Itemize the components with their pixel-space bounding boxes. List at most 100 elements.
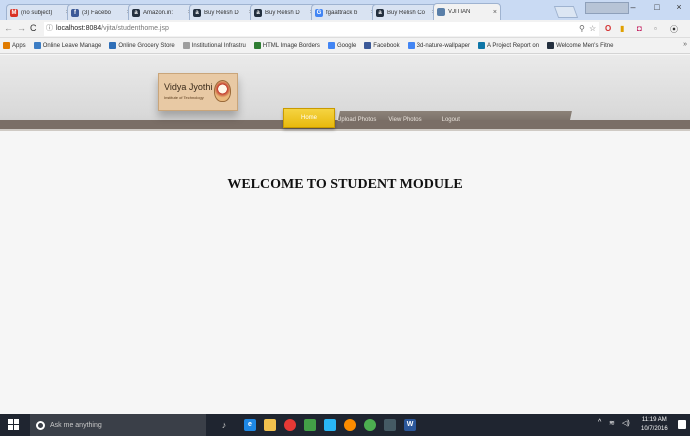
minimize-button[interactable]: – [624, 2, 642, 12]
facebook-icon [364, 42, 372, 49]
opera-extension-icon[interactable]: O [605, 24, 611, 33]
microphone-icon[interactable]: ♪ [218, 419, 230, 431]
reload-icon[interactable]: C [30, 23, 37, 33]
bookmark-label: Facebook [373, 42, 400, 49]
word-icon[interactable]: W [404, 419, 416, 431]
new-tab-button[interactable] [553, 6, 579, 18]
tab-title: Buy Relish D [204, 9, 239, 16]
cortana-search-box[interactable]: Ask me anything [30, 414, 206, 436]
clock-time: 11:19 AM [641, 417, 667, 423]
file-explorer-icon[interactable] [264, 419, 276, 431]
html-icon [253, 42, 261, 49]
info-icon[interactable]: ⓘ [46, 22, 53, 36]
chrome-taskbar-icon[interactable] [284, 419, 296, 431]
cortana-placeholder: Ask me anything [50, 421, 102, 429]
college-emblem-icon [214, 80, 231, 102]
amazon-icon: a [132, 8, 140, 17]
url-host: localhost:8084 [56, 25, 102, 32]
tray-chevron-icon[interactable]: ^ [598, 419, 601, 426]
forward-icon[interactable]: → [17, 23, 26, 33]
page-icon [182, 42, 190, 49]
browser-tab[interactable]: aBuy Relish D× [189, 4, 257, 20]
bookmark-item[interactable]: 3d-nature-wallpaper [407, 42, 470, 49]
bookmark-item[interactable]: Online Grocery Store [109, 42, 175, 49]
bookmark-item[interactable]: Welcome Men's Fitne [547, 42, 613, 49]
windows-start-icon[interactable] [8, 419, 19, 430]
bookmark-item[interactable]: Apps [3, 42, 26, 49]
zoom-icon[interactable]: ⚲ [579, 24, 585, 33]
bookmark-item[interactable]: Google [327, 42, 357, 49]
bookmark-item[interactable]: Institutional Infrastru [182, 42, 246, 49]
browser-tab[interactable]: aAmazon.in: × [128, 4, 196, 20]
tab-title: Buy Relish Co [387, 9, 426, 16]
google-icon: G [315, 8, 323, 17]
clock-date: 10/7/2016 [641, 426, 668, 432]
menu-home[interactable]: Home [283, 108, 335, 128]
tab-title: VJITIAN [448, 9, 471, 15]
leave-icon [33, 42, 41, 49]
bookmark-label: Institutional Infrastru [191, 42, 246, 49]
bookmark-star-icon[interactable]: ☆ [589, 24, 596, 33]
site-logo[interactable]: Vidya Jyothi Institute of Technology [158, 73, 238, 111]
cortana-icon [36, 420, 45, 430]
menu-upload-photos[interactable]: Upload Photos [337, 117, 376, 123]
browser-tab[interactable]: aBuy Relish Co× [372, 4, 440, 20]
tab-title: (3) Facebo [82, 9, 112, 16]
back-icon[interactable]: ← [4, 23, 13, 33]
tab-title: fgaattrack b [326, 9, 358, 16]
bookmark-item[interactable]: HTML Image Borders [253, 42, 320, 49]
menu-logout[interactable]: Logout [442, 117, 460, 123]
bookmark-label: Google [336, 42, 357, 49]
more-bookmarks-icon[interactable]: » [683, 41, 687, 48]
browser-tab[interactable]: aBuy Relish D× [250, 4, 318, 20]
bookmark-label: A Project Report on [487, 42, 540, 49]
wifi-icon[interactable]: ≋ [609, 419, 615, 427]
notepad-icon[interactable] [304, 419, 316, 431]
logo-subtitle: Institute of Technology [164, 95, 204, 100]
firefox-icon[interactable] [344, 419, 356, 431]
url-path: /vjita/studenthome.jsp [101, 25, 169, 32]
browser-tab[interactable]: M(no subject)× [6, 4, 74, 20]
profile-button[interactable] [585, 2, 629, 14]
menu-view-photos[interactable]: View Photos [388, 117, 421, 123]
browser-tab[interactable]: Gfgaattrack b× [311, 4, 379, 20]
main-menu: Home Upload Photos View Photos Logout [283, 108, 472, 128]
menu-icon[interactable]: ⦿ [670, 24, 678, 35]
volume-icon[interactable]: ◁) [622, 419, 630, 427]
url-field[interactable]: ⓘ localhost:8084/vjita/studenthome.jsp [44, 22, 599, 36]
gmail-icon: M [10, 8, 18, 17]
taskbar-clock[interactable]: 11:19 AM 10/7/2016 [641, 416, 668, 434]
edge-icon[interactable]: e [244, 419, 256, 431]
amazon-icon [547, 42, 555, 49]
amazon-icon: a [193, 8, 201, 17]
bookmark-label: Welcome Men's Fitne [556, 42, 614, 49]
extension-icon[interactable]: ▮ [620, 24, 624, 33]
grocery-icon [109, 42, 117, 49]
app-icon[interactable] [384, 419, 396, 431]
pocket-icon[interactable]: ◘ [637, 24, 642, 33]
page-icon [437, 8, 445, 16]
bookmark-item[interactable]: Online Leave Manage [33, 42, 102, 49]
google-icon [407, 42, 415, 49]
notification-icon[interactable] [678, 420, 686, 429]
tab-title: Buy Relish D [265, 9, 300, 16]
bookmark-item[interactable]: Facebook [364, 42, 400, 49]
extension-2-icon[interactable]: ▫ [654, 24, 657, 33]
tab-title: Amazon.in: [143, 9, 174, 16]
bookmark-label: Online Leave Manage [42, 42, 102, 49]
taskbar: Ask me anything ♪ e W ^ ≋ ◁) 11:19 AM 10… [0, 414, 690, 436]
browser-tab[interactable]: VJITIAN × [433, 3, 501, 20]
maximize-button[interactable]: □ [648, 2, 666, 12]
address-bar: ← → C ⓘ localhost:8084/vjita/studenthome… [0, 20, 690, 38]
bookmark-label: HTML Image Borders [262, 42, 320, 49]
browser-tab[interactable]: f(3) Facebo× [67, 4, 135, 20]
bookmark-label: Apps [12, 42, 26, 49]
apps-icon [3, 42, 10, 49]
chrome-active-icon[interactable] [364, 419, 376, 431]
netbeans-icon[interactable] [324, 419, 336, 431]
close-window-button[interactable]: × [670, 2, 688, 12]
tab-close-icon[interactable]: × [493, 9, 497, 16]
bookmark-item[interactable]: A Project Report on [478, 42, 539, 49]
linkedin-icon [478, 42, 486, 49]
facebook-icon: f [71, 8, 79, 17]
